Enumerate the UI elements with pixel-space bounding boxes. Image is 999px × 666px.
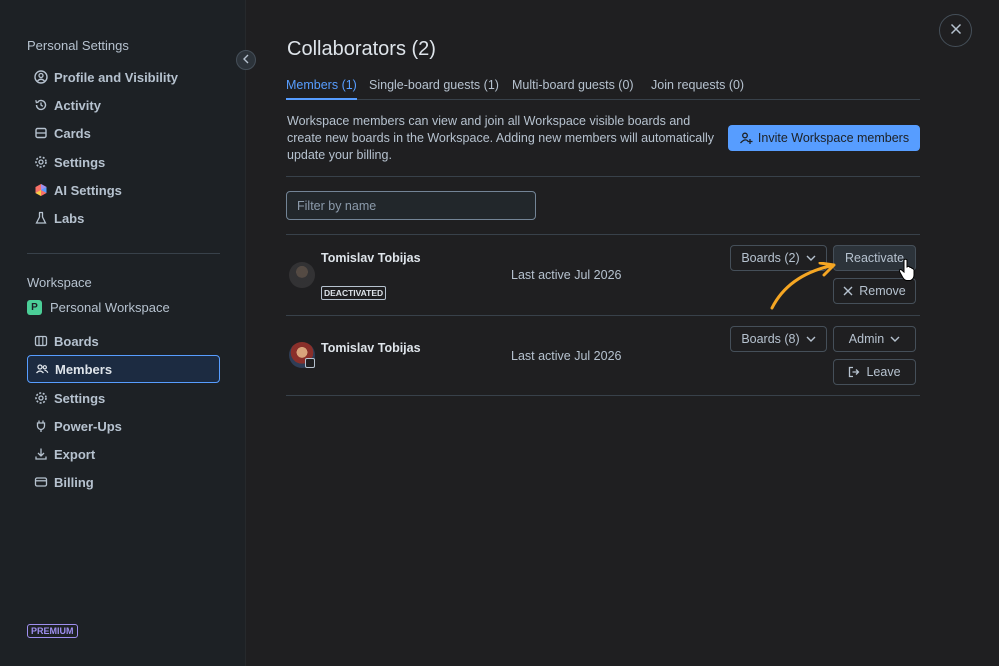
sidebar-item-label: Power-Ups bbox=[54, 418, 122, 434]
chevron-down-icon bbox=[890, 336, 900, 342]
admin-dropdown-button[interactable]: Admin bbox=[833, 326, 916, 352]
close-icon bbox=[950, 22, 962, 40]
sidebar-item-export[interactable]: Export bbox=[27, 440, 220, 468]
chevron-down-icon bbox=[806, 255, 816, 261]
page-title: Collaborators (2) bbox=[287, 38, 436, 60]
tab-single-board-guests[interactable]: Single-board guests (1) bbox=[369, 78, 499, 100]
history-icon bbox=[34, 98, 48, 112]
divider bbox=[286, 234, 920, 235]
sidebar-item-activity[interactable]: Activity bbox=[27, 91, 220, 119]
divider bbox=[286, 176, 920, 177]
last-active: Last active Jul 2026 bbox=[511, 268, 622, 282]
add-user-icon bbox=[739, 131, 753, 145]
sidebar-item-boards[interactable]: Boards bbox=[27, 327, 220, 355]
cards-icon bbox=[34, 126, 48, 140]
sidebar-item-label: Profile and Visibility bbox=[54, 69, 179, 85]
sidebar-divider bbox=[27, 253, 220, 254]
gear-icon bbox=[34, 391, 48, 405]
ai-icon bbox=[34, 183, 48, 197]
tab-join-requests[interactable]: Join requests (0) bbox=[651, 78, 744, 100]
close-icon bbox=[843, 286, 853, 296]
divider bbox=[286, 395, 920, 396]
leave-label: Leave bbox=[866, 365, 901, 379]
sidebar-item-members[interactable]: Members bbox=[27, 355, 220, 383]
sidebar-item-profile[interactable]: Profile and Visibility bbox=[27, 63, 220, 91]
sidebar-item-label: Activity bbox=[54, 97, 101, 113]
sidebar-item-power-ups[interactable]: Power-Ups bbox=[27, 412, 220, 440]
sidebar-item-cards[interactable]: Cards bbox=[27, 119, 220, 147]
chevron-down-icon bbox=[806, 336, 816, 342]
flask-icon bbox=[34, 211, 48, 225]
divider bbox=[286, 315, 920, 316]
personal-settings-title: Personal Settings bbox=[27, 38, 129, 53]
sidebar-item-billing[interactable]: Billing bbox=[27, 468, 220, 496]
admin-label: Admin bbox=[848, 332, 885, 346]
sidebar-item-label: AI Settings bbox=[54, 182, 122, 198]
sidebar-item-label: Settings bbox=[54, 154, 106, 170]
close-button[interactable] bbox=[939, 14, 972, 47]
boards-icon bbox=[34, 334, 48, 348]
invite-workspace-members-button[interactable]: Invite Workspace members bbox=[728, 125, 920, 151]
member-name: Tomislav Tobijas bbox=[321, 251, 421, 265]
collaborator-tabs: Members (1) Single-board guests (1) Mult… bbox=[286, 78, 920, 100]
collapse-sidebar-button[interactable] bbox=[236, 50, 256, 70]
invite-label: Invite Workspace members bbox=[757, 131, 910, 145]
filter-by-name-input[interactable] bbox=[286, 191, 536, 220]
boards-dropdown-button[interactable]: Boards (8) bbox=[730, 326, 827, 352]
boards-label: Boards (8) bbox=[741, 332, 800, 346]
sidebar-item-workspace-settings[interactable]: Settings bbox=[27, 384, 220, 412]
admin-badge-icon bbox=[305, 358, 315, 368]
leave-icon bbox=[848, 366, 860, 378]
chevron-left-icon bbox=[242, 54, 250, 67]
workspace-title: Workspace bbox=[27, 275, 92, 290]
tab-members[interactable]: Members (1) bbox=[286, 78, 357, 100]
avatar bbox=[289, 262, 315, 288]
sidebar-item-settings[interactable]: Settings bbox=[27, 148, 220, 176]
workspace-name-label: Personal Workspace bbox=[50, 300, 170, 315]
status-badge: DEACTIVATED bbox=[321, 286, 387, 300]
sidebar-item-label: Boards bbox=[54, 333, 99, 349]
leave-button[interactable]: Leave bbox=[833, 359, 916, 385]
reactivate-label: Reactivate bbox=[844, 251, 905, 265]
last-active: Last active Jul 2026 bbox=[511, 349, 622, 363]
member-name: Tomislav Tobijas bbox=[321, 341, 421, 355]
settings-sidebar: Personal Settings Profile and Visibility… bbox=[0, 0, 246, 666]
sidebar-item-label: Labs bbox=[54, 210, 85, 226]
sidebar-item-label: Cards bbox=[54, 125, 91, 141]
sidebar-item-ai-settings[interactable]: AI Settings bbox=[27, 176, 220, 204]
members-icon bbox=[35, 362, 49, 376]
user-circle-icon bbox=[34, 70, 48, 84]
sidebar-item-label: Settings bbox=[54, 390, 106, 406]
premium-badge: PREMIUM bbox=[27, 624, 78, 638]
sidebar-item-label: Billing bbox=[54, 474, 94, 490]
members-description: Workspace members can view and join all … bbox=[287, 114, 715, 162]
card-icon bbox=[34, 475, 48, 489]
annotation-arrow bbox=[770, 262, 836, 310]
plug-icon bbox=[34, 419, 48, 433]
sidebar-item-labs[interactable]: Labs bbox=[27, 204, 220, 232]
remove-label: Remove bbox=[859, 284, 906, 298]
sidebar-item-label: Export bbox=[54, 446, 96, 462]
workspace-badge: P bbox=[27, 300, 42, 315]
gear-icon bbox=[34, 155, 48, 169]
tab-multi-board-guests[interactable]: Multi-board guests (0) bbox=[512, 78, 634, 100]
download-icon bbox=[34, 447, 48, 461]
sidebar-item-label: Members bbox=[55, 361, 113, 377]
workspace-name: P Personal Workspace bbox=[27, 300, 170, 315]
hand-cursor-icon bbox=[898, 258, 915, 281]
